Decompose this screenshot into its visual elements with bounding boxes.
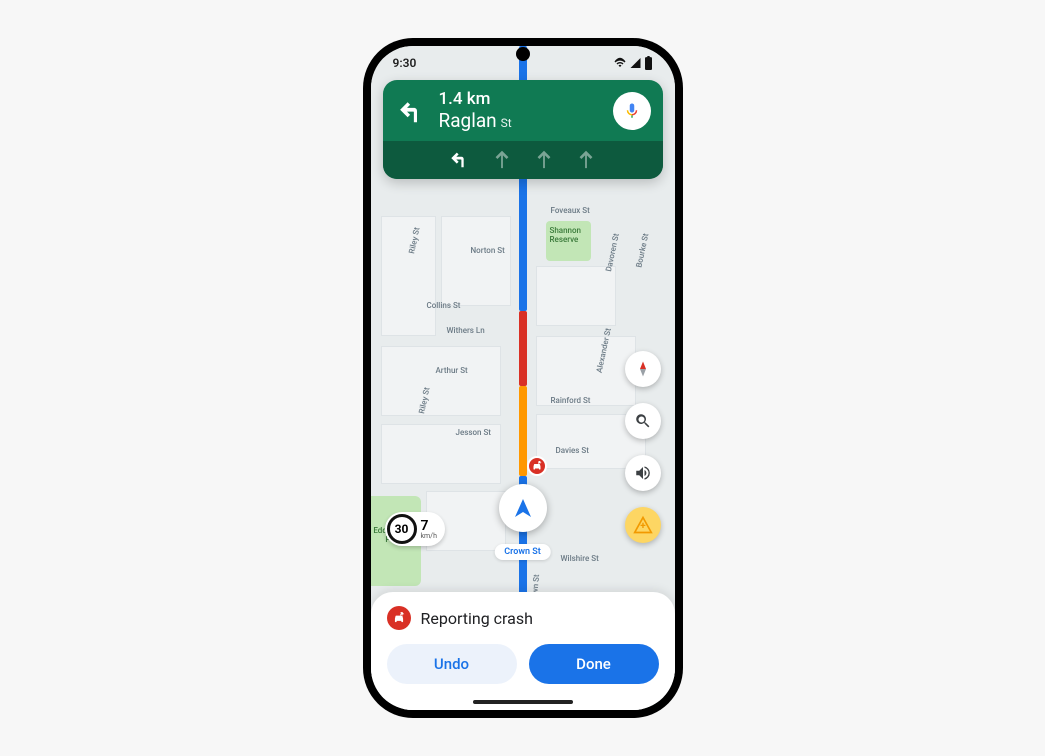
voice-search-button[interactable] — [613, 92, 651, 130]
hazard-icon: + — [633, 515, 653, 535]
speed-limit-sign: 30 — [387, 514, 417, 544]
compass-icon — [634, 360, 652, 378]
nav-distance: 1.4 km — [439, 90, 512, 110]
front-camera — [516, 47, 530, 61]
report-hazard-button[interactable]: + — [625, 507, 661, 543]
navigation-arrow-icon — [511, 496, 535, 520]
signal-icon — [629, 57, 642, 69]
battery-icon — [644, 56, 653, 70]
speaker-icon — [634, 464, 652, 482]
done-button[interactable]: Done — [529, 644, 659, 684]
undo-label: Undo — [434, 655, 469, 673]
lane-straight-icon — [533, 147, 555, 171]
nav-road-name: Raglan — [439, 110, 497, 132]
status-time: 9:30 — [393, 56, 417, 70]
street-label: Wilshire St — [561, 554, 599, 563]
street-label: Arthur St — [436, 366, 468, 375]
sheet-title: Reporting crash — [421, 609, 533, 628]
audio-button[interactable] — [625, 455, 661, 491]
current-road-label: Crown St — [504, 547, 541, 557]
street-label: Norton St — [471, 246, 505, 255]
phone-frame: 9:30 Foveaux St Riley St Norton S — [363, 38, 683, 718]
speed-limit-value: 30 — [395, 522, 409, 536]
screen: 9:30 Foveaux St Riley St Norton S — [371, 46, 675, 710]
street-label: Davoren St — [604, 233, 621, 273]
speed-indicator: 30 7 km/h — [385, 512, 445, 546]
street-label: Foveaux St — [551, 206, 590, 215]
street-label: Bourke St — [634, 233, 650, 269]
street-label: Rainford St — [551, 396, 591, 405]
street-label: Withers Ln — [447, 326, 485, 335]
street-label: Davies St — [556, 446, 589, 455]
wifi-icon — [613, 57, 627, 69]
map-fab-stack: + — [625, 351, 661, 543]
turn-left-icon — [397, 96, 427, 126]
report-sheet: Reporting crash Undo Done — [371, 592, 675, 710]
status-icons — [613, 56, 653, 70]
search-icon — [634, 412, 652, 430]
lane-straight-icon — [575, 147, 597, 171]
route-segment — [519, 311, 527, 386]
search-button[interactable] — [625, 403, 661, 439]
current-speed: 7 km/h — [421, 519, 437, 540]
lane-straight-icon — [491, 147, 513, 171]
svg-text:+: + — [640, 521, 646, 532]
current-road-chip: Crown St — [494, 544, 551, 560]
current-speed-value: 7 — [421, 519, 437, 533]
navigation-card: 1.4 km Raglan St — [383, 80, 663, 179]
crash-icon — [531, 460, 543, 472]
map-block — [441, 216, 511, 306]
street-label: Jesson St — [456, 428, 491, 437]
map-crash-pin[interactable] — [527, 456, 547, 476]
speed-unit: km/h — [421, 533, 437, 540]
street-label: Collins St — [427, 301, 461, 310]
map-block — [536, 266, 616, 326]
crash-icon-badge — [387, 606, 411, 630]
compass-button[interactable] — [625, 351, 661, 387]
navigation-text: 1.4 km Raglan St — [439, 90, 512, 131]
done-label: Done — [576, 655, 611, 673]
home-indicator — [473, 700, 573, 704]
undo-button[interactable]: Undo — [387, 644, 517, 684]
lane-guidance — [383, 141, 663, 179]
park-label: Shannon Reserve — [550, 226, 590, 244]
crash-icon — [392, 611, 406, 625]
map-block — [381, 216, 436, 336]
lane-turn-left-icon — [449, 147, 471, 171]
nav-road-suffix: St — [501, 117, 512, 131]
route-segment — [519, 386, 527, 476]
map-block — [381, 346, 501, 416]
microphone-icon — [623, 102, 641, 120]
current-position-marker — [499, 484, 547, 532]
